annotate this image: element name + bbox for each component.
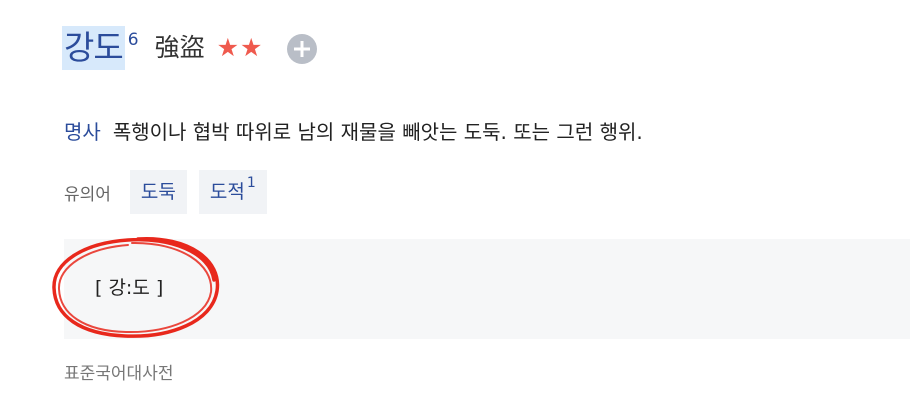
definition-row: 명사 폭행이나 협박 따위로 남의 재물을 빼앗는 도둑. 또는 그런 행위. bbox=[64, 117, 643, 147]
source-dictionary[interactable]: 표준국어대사전 bbox=[64, 359, 173, 384]
synonym-word: 도둑 bbox=[140, 181, 176, 203]
synonym-link-dojeok[interactable]: 도적 1 bbox=[198, 170, 267, 214]
synonym-homonym-number: 1 bbox=[246, 175, 256, 191]
synonym-row: 유의어 도둑 도적 1 bbox=[64, 170, 279, 214]
hanja: 強盜 bbox=[154, 33, 205, 62]
headword-row: 강도 6 強盜 ★★ bbox=[62, 26, 318, 70]
headword[interactable]: 강도 bbox=[62, 26, 125, 70]
pronunciation: [ 강:도 ] bbox=[95, 277, 164, 299]
homonym-number: 6 bbox=[127, 30, 139, 50]
synonym-label: 유의어 bbox=[64, 184, 111, 205]
importance-stars: ★★ bbox=[216, 33, 264, 62]
pronunciation-box: [ 강:도 ] bbox=[64, 239, 910, 339]
part-of-speech: 명사 bbox=[64, 120, 101, 144]
synonym-link-dodduk[interactable]: 도둑 bbox=[129, 170, 187, 214]
dictionary-entry: 강도 6 強盜 ★★ 명사 폭행이나 협박 따위로 남의 재물을 빼앗는 도둑. … bbox=[0, 0, 910, 414]
plus-circle-icon[interactable] bbox=[287, 34, 318, 64]
synonym-word: 도적 bbox=[209, 181, 245, 203]
definition-text: 폭행이나 협박 따위로 남의 재물을 빼앗는 도둑. 또는 그런 행위. bbox=[112, 120, 643, 144]
